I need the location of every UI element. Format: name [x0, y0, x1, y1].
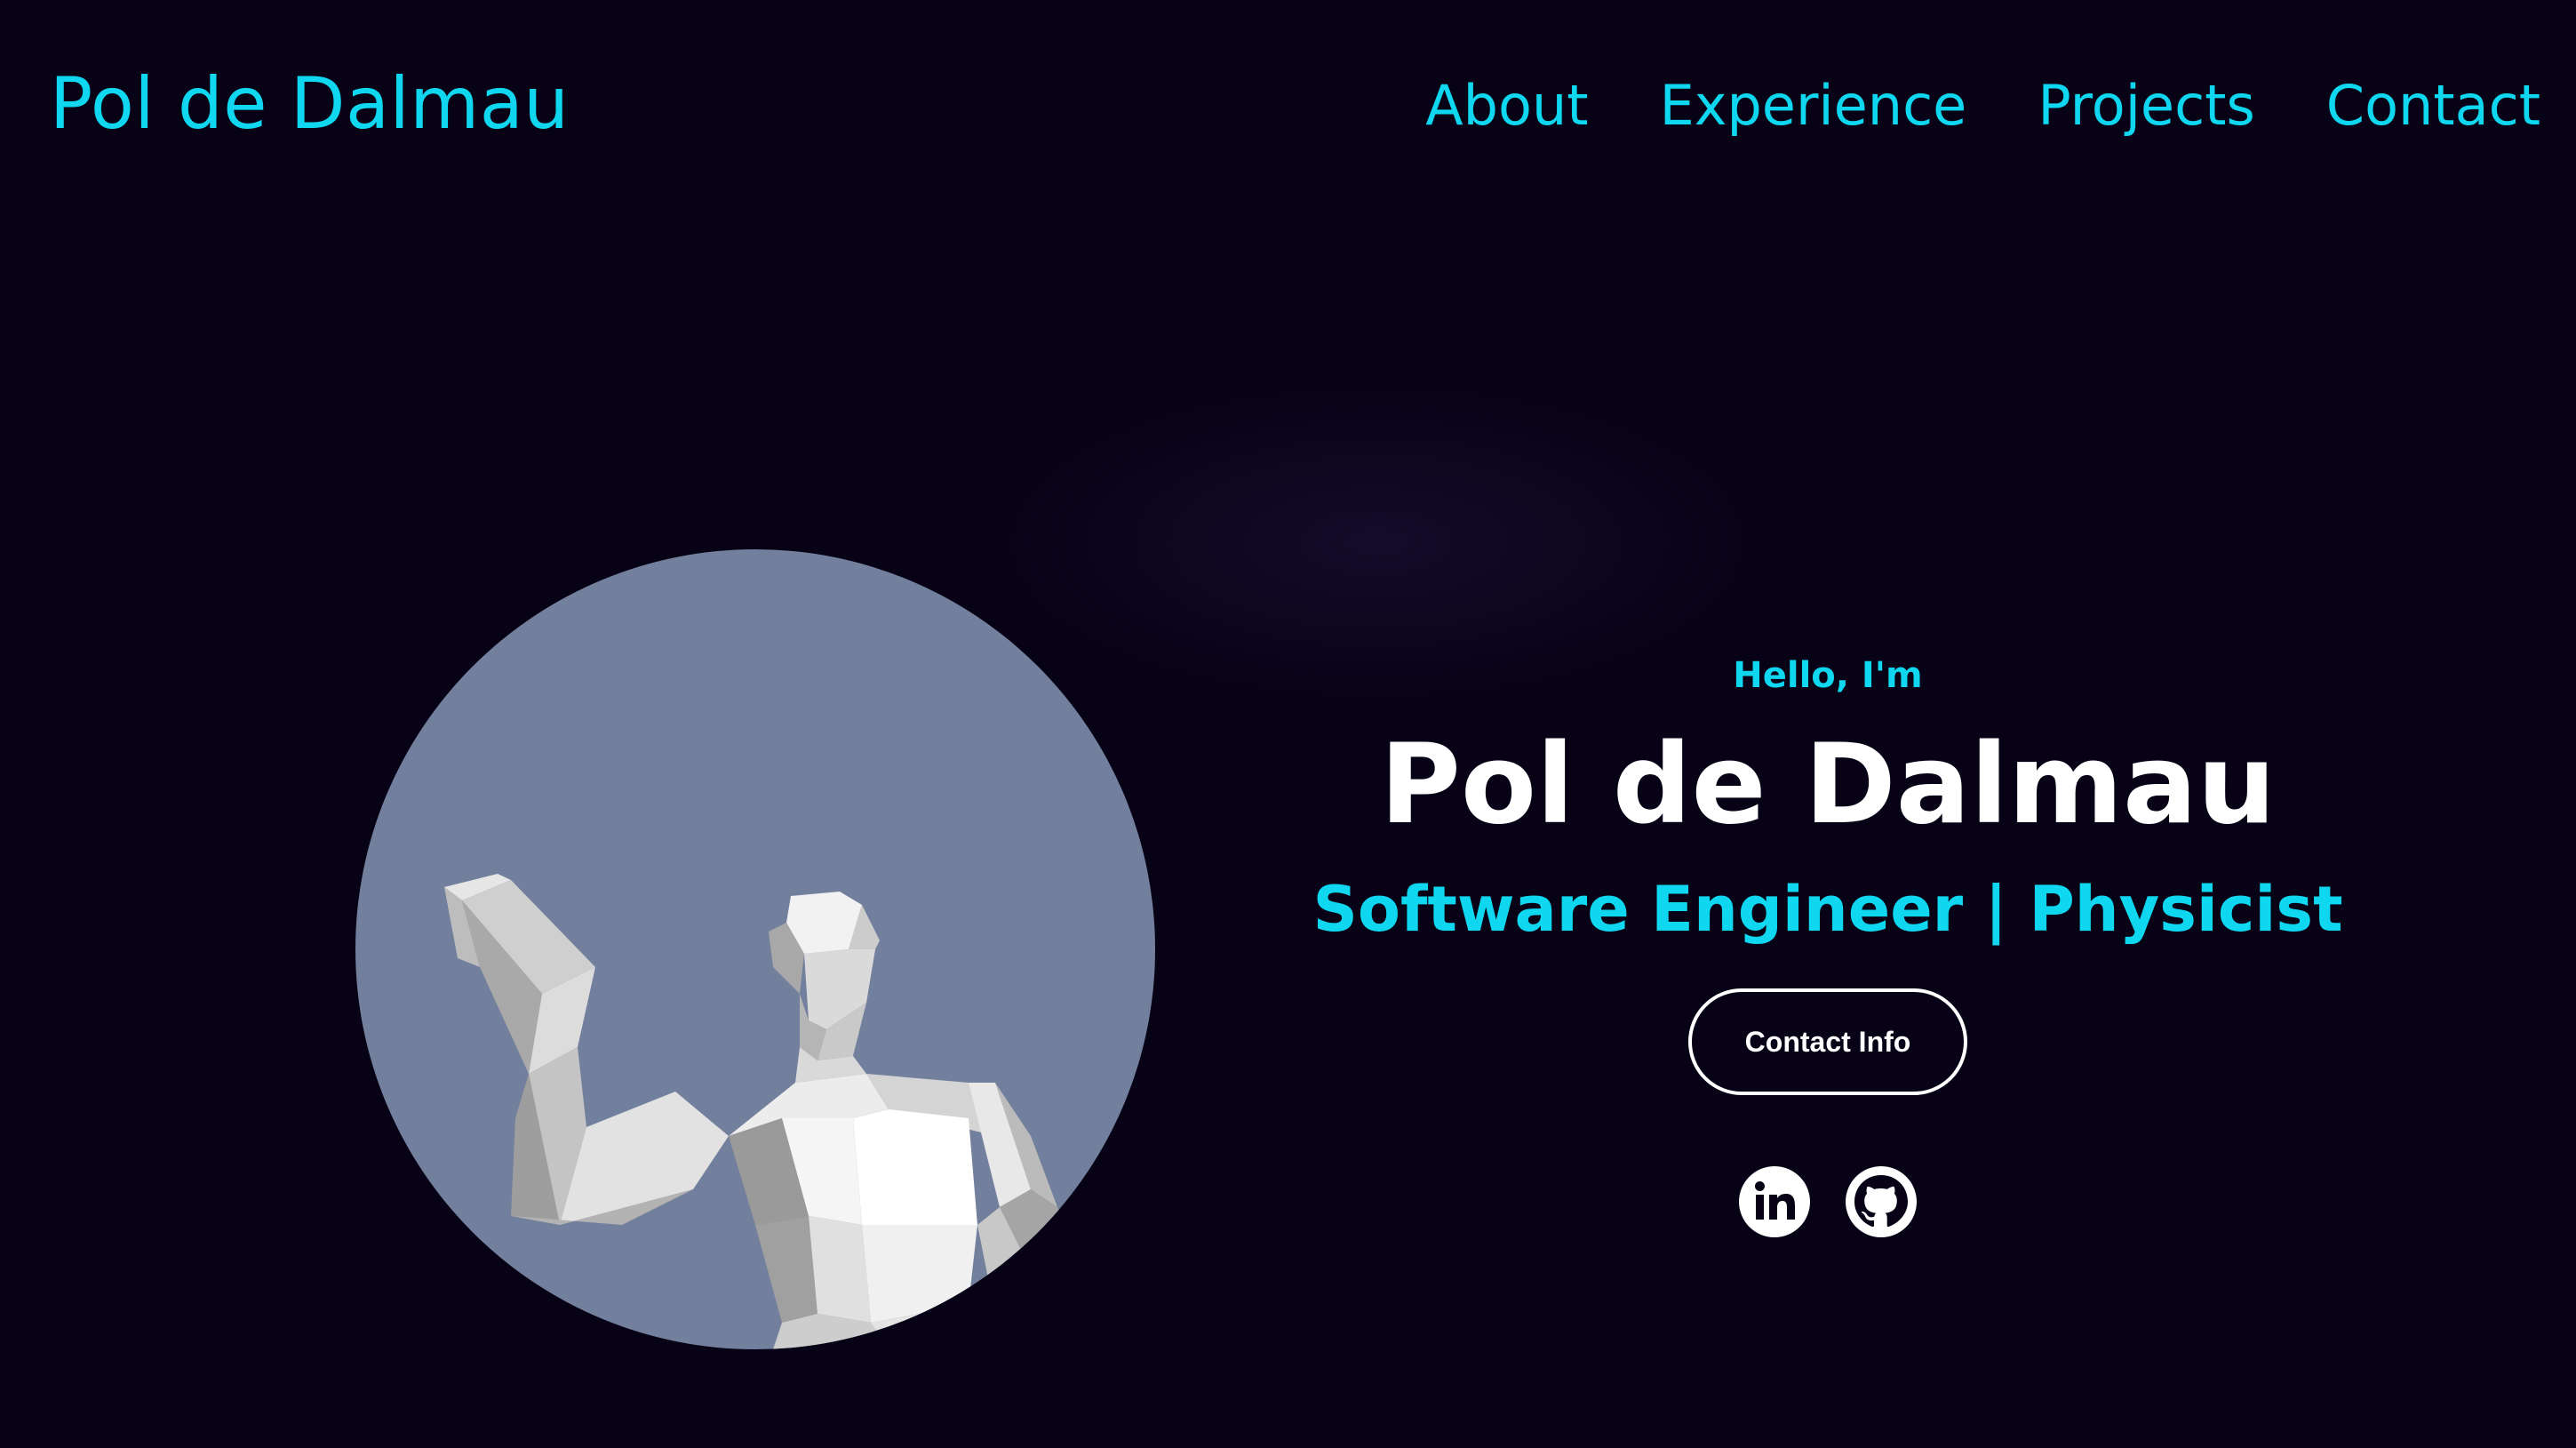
profile-avatar: [355, 549, 1155, 1349]
social-links: [1288, 1166, 2367, 1237]
low-poly-figure-illustration: [444, 874, 1084, 1349]
linkedin-icon[interactable]: [1739, 1166, 1810, 1237]
main-nav: About Experience Projects Contact: [1425, 73, 2540, 138]
site-logo[interactable]: Pol de Dalmau: [50, 62, 569, 145]
greeting-text: Hello, I'm: [1733, 655, 1923, 696]
contact-info-button[interactable]: Contact Info: [1688, 988, 1967, 1095]
hero-name: Pol de Dalmau: [1379, 721, 2277, 849]
nav-about[interactable]: About: [1425, 73, 1588, 138]
nav-projects[interactable]: Projects: [2038, 73, 2254, 138]
nav-contact[interactable]: Contact: [2326, 73, 2540, 138]
hero-roles: Software Engineer | Physicist: [1312, 873, 2343, 946]
hero-intro: Hello, I'm Pol de Dalmau Software Engine…: [1288, 649, 2367, 1237]
nav-experience[interactable]: Experience: [1660, 73, 1967, 138]
github-icon[interactable]: [1846, 1166, 1917, 1237]
page: Pol de Dalmau About Experience Projects …: [0, 0, 2576, 1448]
